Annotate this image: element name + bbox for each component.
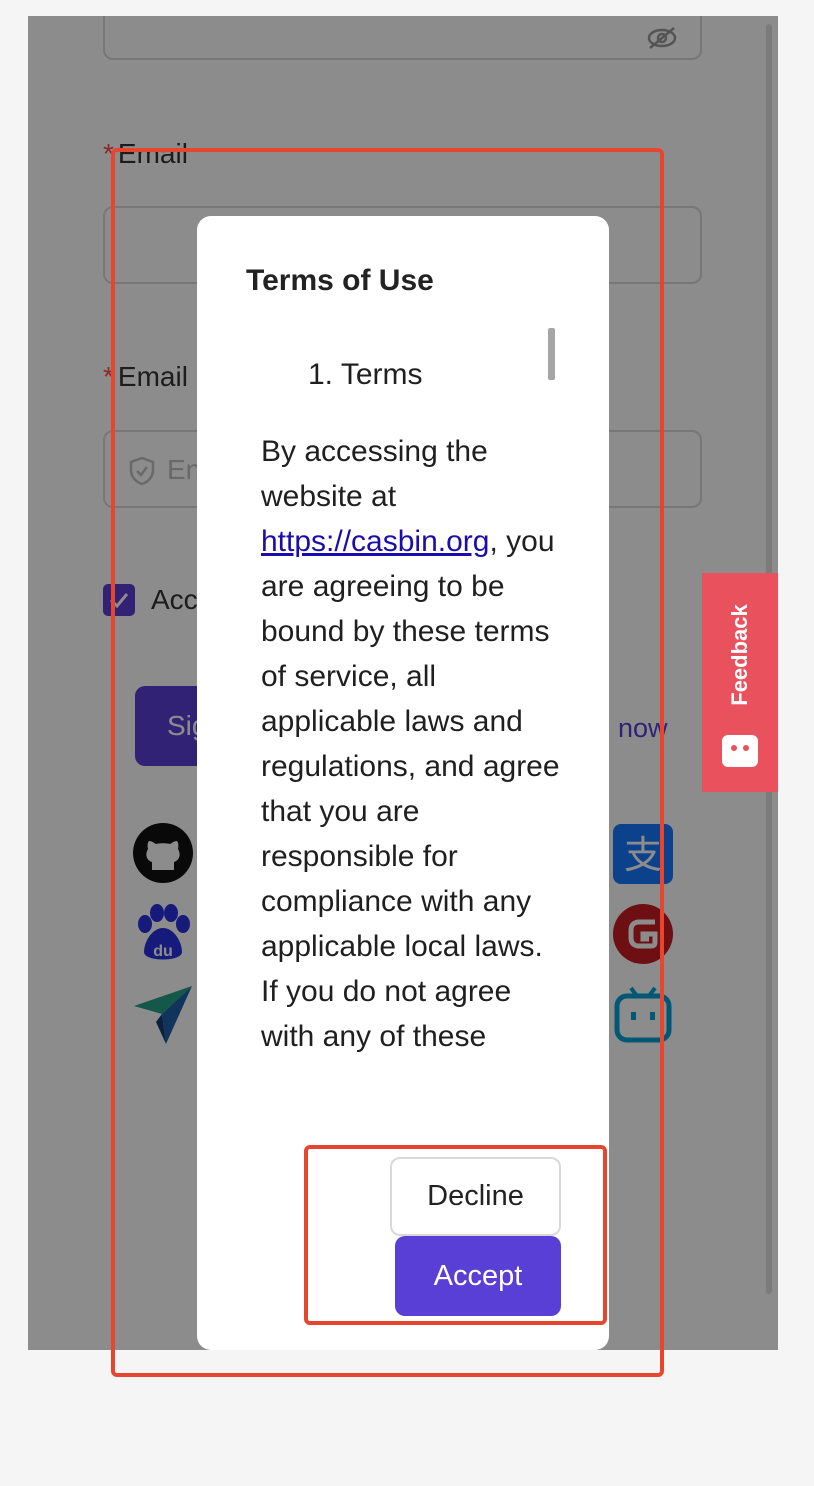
- feedback-tab[interactable]: Feedback: [702, 573, 778, 792]
- annotation-box-buttons: [304, 1145, 607, 1325]
- feedback-face-icon: [722, 735, 758, 767]
- feedback-label: Feedback: [727, 604, 752, 706]
